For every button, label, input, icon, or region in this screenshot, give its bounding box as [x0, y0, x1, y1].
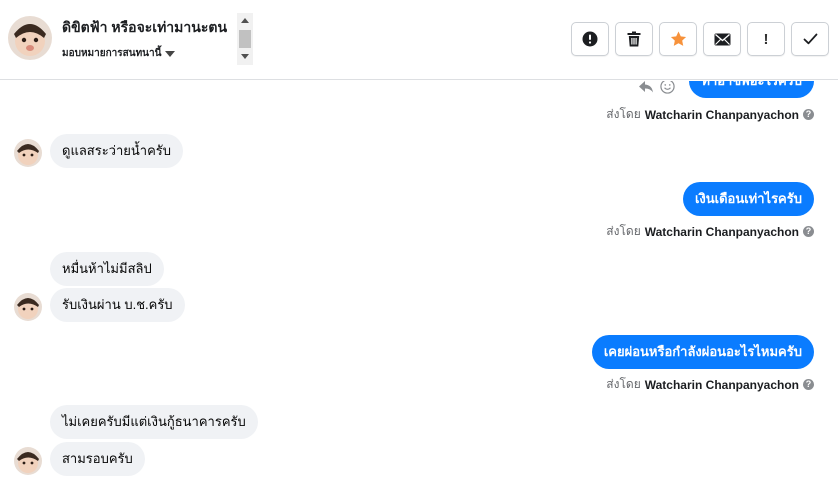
info-icon[interactable]: ? — [803, 109, 814, 120]
message-bubble-outgoing[interactable]: ทำอาชีพอะไรครับ — [689, 81, 814, 98]
message-bubble-incoming[interactable]: ไม่เคยครับมีแต่เงินกู้ธนาคารครับ — [50, 405, 258, 439]
mark-done-button[interactable] — [791, 22, 829, 56]
exclamation-icon: ! — [763, 30, 769, 48]
contact-name: ดิขิตฟ้า หรือจะเท่ามานะตน — [62, 19, 228, 35]
conversation-header: ดิขิตฟ้า หรือจะเท่ามานะตน มอบหมายการสนทน… — [0, 0, 838, 80]
trash-icon — [627, 31, 641, 47]
contact-avatar-small[interactable] — [14, 293, 42, 321]
checkmark-icon — [803, 33, 817, 45]
message-bubble-incoming[interactable]: รับเงินผ่าน บ.ช.ครับ — [50, 288, 185, 322]
sender-name: Watcharin Chanpanyachon — [644, 377, 799, 392]
message-hover-actions — [638, 81, 675, 94]
assign-label: มอบหมายการสนทนานี้ — [62, 48, 162, 59]
star-button[interactable] — [659, 22, 697, 56]
sent-by-line: ส่งโดย Watcharin Chanpanyachon ? — [606, 375, 814, 394]
mark-important-button[interactable]: ! — [747, 22, 785, 56]
info-icon[interactable]: ? — [803, 226, 814, 237]
scroll-up-arrow-icon[interactable] — [241, 18, 249, 23]
sent-by-line: ส่งโดย Watcharin Chanpanyachon ? — [606, 222, 814, 241]
message-thread[interactable]: ทำอาชีพอะไรครับ ส่งโดย Watcharin Chanpan… — [0, 81, 838, 484]
message-bubble-incoming[interactable]: สามรอบครับ — [50, 442, 145, 476]
reply-icon[interactable] — [638, 81, 654, 94]
sender-name: Watcharin Chanpanyachon — [644, 224, 799, 239]
mark-unread-button[interactable] — [703, 22, 741, 56]
emoji-reaction-icon[interactable] — [660, 81, 675, 94]
star-icon — [670, 31, 686, 46]
alert-circle-icon — [582, 31, 598, 47]
message-bubble-outgoing[interactable]: เคยผ่อนหรือกำลังผ่อนอะไรไหมครับ — [591, 335, 814, 369]
message-bubble-outgoing[interactable]: เงินเดือนเท่าไรครับ — [682, 182, 814, 216]
message-bubble-incoming[interactable]: ดูแลสระว่ายน้ำครับ — [50, 134, 184, 168]
sent-by-prefix: ส่งโดย — [606, 107, 641, 121]
sent-by-line: ส่งโดย Watcharin Chanpanyachon ? — [606, 105, 814, 124]
sent-by-prefix: ส่งโดย — [606, 224, 641, 238]
delete-button[interactable] — [615, 22, 653, 56]
scroll-down-arrow-icon[interactable] — [241, 54, 249, 59]
caret-down-icon — [165, 51, 176, 57]
title-scrollbar[interactable] — [237, 13, 253, 65]
assign-conversation-dropdown[interactable]: มอบหมายการสนทนานี้ — [62, 46, 176, 61]
sender-name: Watcharin Chanpanyachon — [644, 107, 799, 122]
envelope-icon — [714, 33, 730, 45]
contact-avatar[interactable] — [8, 16, 52, 60]
message-bubble-incoming[interactable]: หมื่นห้าไม่มีสลิป — [50, 252, 164, 286]
contact-title-box: ดิขิตฟ้า หรือจะเท่ามานะตน มอบหมายการสนทน… — [62, 13, 254, 65]
contact-avatar-small[interactable] — [14, 447, 42, 475]
conversation-actions: ! — [571, 22, 829, 56]
scroll-thumb[interactable] — [239, 30, 251, 48]
info-icon[interactable]: ? — [803, 379, 814, 390]
mark-spam-button[interactable] — [571, 22, 609, 56]
contact-avatar-small[interactable] — [14, 139, 42, 167]
sent-by-prefix: ส่งโดย — [606, 377, 641, 391]
